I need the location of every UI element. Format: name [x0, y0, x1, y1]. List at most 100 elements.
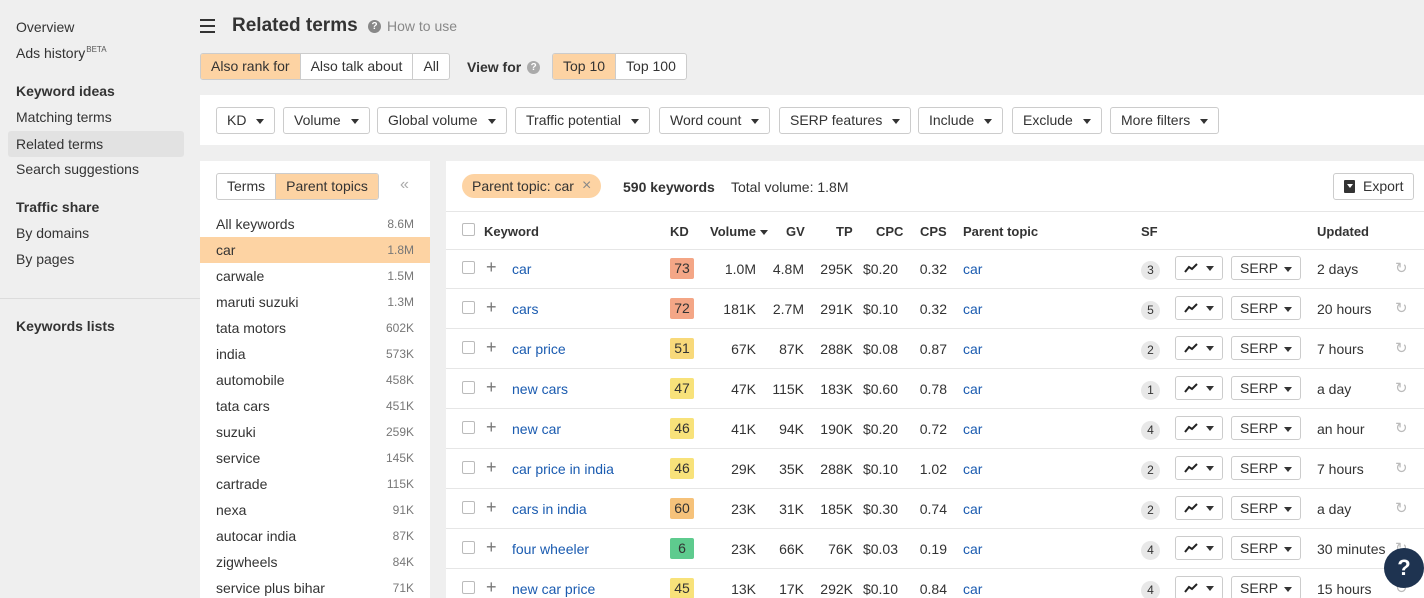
- keyword-link[interactable]: four wheeler: [512, 541, 589, 557]
- trend-dropdown[interactable]: [1175, 376, 1223, 400]
- header-updated[interactable]: Updated: [1317, 224, 1369, 239]
- parent-topic-item[interactable]: car 1.8M: [200, 237, 430, 263]
- serp-dropdown[interactable]: SERP: [1231, 496, 1301, 520]
- close-icon[interactable]: ×: [582, 174, 591, 198]
- sf-count-badge[interactable]: 4: [1141, 581, 1160, 598]
- serp-dropdown[interactable]: SERP: [1231, 576, 1301, 598]
- filter-more-filters[interactable]: More filters: [1110, 107, 1220, 134]
- menu-icon[interactable]: [200, 19, 215, 33]
- serp-dropdown[interactable]: SERP: [1231, 416, 1301, 440]
- tab-all[interactable]: All: [413, 54, 449, 79]
- row-checkbox[interactable]: [462, 461, 475, 474]
- add-to-list-icon[interactable]: +: [486, 258, 497, 276]
- row-checkbox[interactable]: [462, 581, 475, 594]
- parent-topic-link[interactable]: car: [963, 341, 982, 357]
- nav-search-suggestions[interactable]: Search suggestions: [16, 161, 139, 177]
- parent-topic-link[interactable]: car: [963, 501, 982, 517]
- keyword-link[interactable]: cars in india: [512, 501, 587, 517]
- keyword-link[interactable]: cars: [512, 301, 538, 317]
- parent-topic-item[interactable]: india 573K: [200, 341, 430, 367]
- refresh-icon[interactable]: ↻: [1395, 339, 1408, 357]
- sf-count-badge[interactable]: 1: [1141, 381, 1160, 400]
- filter-word-count[interactable]: Word count: [659, 107, 771, 134]
- nav-by-domains[interactable]: By domains: [16, 225, 89, 241]
- parent-topic-item[interactable]: carwale 1.5M: [200, 263, 430, 289]
- nav-keywords-lists[interactable]: Keywords lists: [16, 318, 115, 334]
- parent-topic-link[interactable]: car: [963, 461, 982, 477]
- trend-dropdown[interactable]: [1175, 256, 1223, 280]
- parent-topic-item[interactable]: suzuki 259K: [200, 419, 430, 445]
- parent-topic-link[interactable]: car: [963, 381, 982, 397]
- keyword-link[interactable]: car: [512, 261, 531, 277]
- help-button[interactable]: ?: [1384, 548, 1424, 588]
- row-checkbox[interactable]: [462, 381, 475, 394]
- add-to-list-icon[interactable]: +: [486, 458, 497, 476]
- collapse-icon[interactable]: «: [400, 176, 409, 194]
- parent-topic-link[interactable]: car: [963, 261, 982, 277]
- tab-also-rank-for[interactable]: Also rank for: [201, 54, 301, 79]
- refresh-icon[interactable]: ↻: [1395, 299, 1408, 317]
- nav-matching-terms[interactable]: Matching terms: [16, 109, 112, 125]
- add-to-list-icon[interactable]: +: [486, 418, 497, 436]
- select-all-checkbox[interactable]: [462, 223, 475, 236]
- parent-topic-link[interactable]: car: [963, 421, 982, 437]
- refresh-icon[interactable]: ↻: [1395, 259, 1408, 277]
- header-kd[interactable]: KD: [670, 224, 689, 239]
- header-cpc[interactable]: CPC: [876, 224, 903, 239]
- trend-dropdown[interactable]: [1175, 456, 1223, 480]
- keyword-link[interactable]: new car: [512, 421, 561, 437]
- add-to-list-icon[interactable]: +: [486, 338, 497, 356]
- row-checkbox[interactable]: [462, 261, 475, 274]
- parent-topic-item[interactable]: maruti suzuki 1.3M: [200, 289, 430, 315]
- parent-topic-item[interactable]: cartrade 115K: [200, 471, 430, 497]
- nav-overview[interactable]: Overview: [16, 19, 74, 35]
- sf-count-badge[interactable]: 2: [1141, 341, 1160, 360]
- trend-dropdown[interactable]: [1175, 576, 1223, 598]
- sf-count-badge[interactable]: 4: [1141, 421, 1160, 440]
- parent-topic-item[interactable]: All keywords 8.6M: [200, 211, 430, 237]
- parent-topic-link[interactable]: car: [963, 581, 982, 597]
- keyword-link[interactable]: car price in india: [512, 461, 614, 477]
- parent-topic-item[interactable]: tata motors 602K: [200, 315, 430, 341]
- trend-dropdown[interactable]: [1175, 336, 1223, 360]
- filter-volume[interactable]: Volume: [283, 107, 370, 134]
- header-cps[interactable]: CPS: [920, 224, 947, 239]
- filter-global-volume[interactable]: Global volume: [377, 107, 507, 134]
- header-parent-topic[interactable]: Parent topic: [963, 224, 1038, 239]
- nav-ads-history[interactable]: Ads historyBETA: [16, 45, 107, 61]
- filter-serp-features[interactable]: SERP features: [779, 107, 912, 134]
- sf-count-badge[interactable]: 4: [1141, 541, 1160, 560]
- filter-exclude[interactable]: Exclude: [1012, 107, 1102, 134]
- tab-top-10[interactable]: Top 10: [553, 54, 617, 79]
- parent-topic-item[interactable]: zigwheels 84K: [200, 549, 430, 575]
- tab-top-100[interactable]: Top 100: [616, 54, 686, 79]
- export-button[interactable]: Export: [1333, 173, 1415, 200]
- sf-count-badge[interactable]: 5: [1141, 301, 1160, 320]
- sf-count-badge[interactable]: 2: [1141, 461, 1160, 480]
- serp-dropdown[interactable]: SERP: [1231, 256, 1301, 280]
- add-to-list-icon[interactable]: +: [486, 538, 497, 556]
- header-keyword[interactable]: Keyword: [484, 224, 539, 239]
- refresh-icon[interactable]: ↻: [1395, 499, 1408, 517]
- add-to-list-icon[interactable]: +: [486, 378, 497, 396]
- serp-dropdown[interactable]: SERP: [1231, 296, 1301, 320]
- filter-traffic-potential[interactable]: Traffic potential: [515, 107, 650, 134]
- header-sf[interactable]: SF: [1141, 224, 1158, 239]
- header-tp[interactable]: TP: [836, 224, 853, 239]
- tab-also-talk-about[interactable]: Also talk about: [301, 54, 414, 79]
- parent-topic-item[interactable]: service plus bihar 71K: [200, 575, 430, 598]
- tab-parent-topics[interactable]: Parent topics: [276, 174, 378, 199]
- parent-topic-chip[interactable]: Parent topic: car ×: [462, 174, 602, 198]
- row-checkbox[interactable]: [462, 541, 475, 554]
- refresh-icon[interactable]: ↻: [1395, 379, 1408, 397]
- keyword-link[interactable]: new car price: [512, 581, 595, 597]
- parent-topic-item[interactable]: automobile 458K: [200, 367, 430, 393]
- parent-topic-item[interactable]: service 145K: [200, 445, 430, 471]
- trend-dropdown[interactable]: [1175, 296, 1223, 320]
- trend-dropdown[interactable]: [1175, 416, 1223, 440]
- row-checkbox[interactable]: [462, 421, 475, 434]
- parent-topic-item[interactable]: nexa 91K: [200, 497, 430, 523]
- parent-topic-item[interactable]: autocar india 87K: [200, 523, 430, 549]
- refresh-icon[interactable]: ↻: [1395, 419, 1408, 437]
- header-volume[interactable]: Volume: [710, 224, 768, 239]
